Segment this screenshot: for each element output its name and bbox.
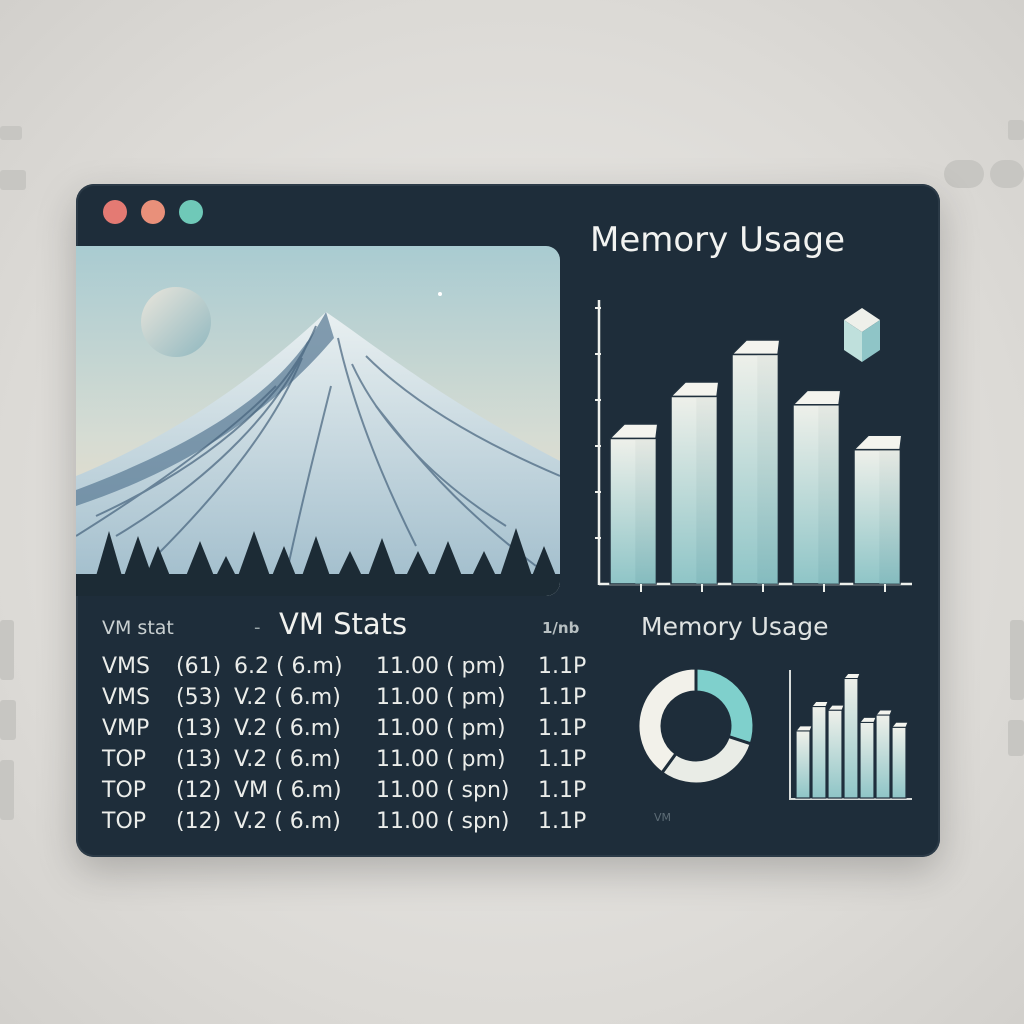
size-cell: 1.1P <box>538 809 587 834</box>
mini-bar <box>858 716 877 799</box>
size-cell: 1.1P <box>538 685 587 710</box>
size-cell: 1.1P <box>538 778 587 803</box>
time-cell: 11.00 ( pm) <box>376 716 506 741</box>
mountain-landscape-image <box>76 246 560 596</box>
background-fragment <box>0 620 14 680</box>
close-dot-icon[interactable] <box>103 200 127 224</box>
size-cell: 1.1P <box>538 716 587 741</box>
process-cell: TOP <box>102 778 147 803</box>
id-cell: (13) <box>176 716 222 741</box>
version-cell: 6.2 ( 6.m) <box>234 654 343 679</box>
background-fragment <box>1008 720 1024 756</box>
background-fragment <box>0 126 22 140</box>
chart-footer-note: VM <box>654 811 672 824</box>
bar <box>608 423 659 585</box>
process-cell: VMS <box>102 654 150 679</box>
background-fragment <box>990 160 1024 188</box>
sun-icon <box>141 287 211 357</box>
memory-usage-title: Memory Usage <box>590 220 846 260</box>
mini-bar-chart <box>789 670 912 800</box>
time-cell: 11.00 ( pm) <box>376 654 506 679</box>
memory-bar-chart <box>595 300 912 592</box>
background-fragment <box>0 700 16 740</box>
table-row: TOP (12) VM ( 6.m) 11.00 ( spn) 1.1P <box>102 778 602 809</box>
time-cell: 11.00 ( pm) <box>376 747 506 772</box>
background-fragment <box>944 160 984 188</box>
table-row: VMP (13) V.2 ( 6.m) 11.00 ( pm) 1.1P <box>102 716 602 747</box>
size-cell: 1.1P <box>538 654 587 679</box>
time-cell: 11.00 ( spn) <box>376 809 510 834</box>
mini-bar <box>890 721 909 799</box>
vm-stats-title: VM Stats <box>279 607 408 641</box>
bar <box>730 339 781 585</box>
table-row: TOP (13) V.2 ( 6.m) 11.00 ( pm) 1.1P <box>102 747 602 778</box>
bar <box>791 389 842 585</box>
background-fragment <box>1010 620 1024 700</box>
mini-bar <box>826 704 845 799</box>
mini-bar <box>810 701 829 799</box>
background-fragment <box>1008 120 1024 140</box>
process-cell: VMP <box>102 716 150 741</box>
memory-usage-subtitle: Memory Usage <box>641 612 829 641</box>
id-cell: (12) <box>176 778 222 803</box>
table-row: VMS (53) V.2 ( 6.m) 11.00 ( pm) 1.1P <box>102 685 602 716</box>
process-cell: TOP <box>102 809 147 834</box>
app-window: Memory Usage Memory Usage VM VM stat - V… <box>76 184 940 857</box>
header-dash: - <box>254 617 261 638</box>
mini-bar <box>794 725 813 799</box>
maximize-dot-icon[interactable] <box>179 200 203 224</box>
version-cell: V.2 ( 6.m) <box>234 716 341 741</box>
id-cell: (12) <box>176 809 222 834</box>
version-cell: V.2 ( 6.m) <box>234 747 341 772</box>
cube-icon <box>844 308 880 362</box>
time-cell: 11.00 ( pm) <box>376 685 506 710</box>
id-cell: (13) <box>176 747 222 772</box>
mini-bar <box>842 672 861 799</box>
process-cell: TOP <box>102 747 147 772</box>
bar <box>852 434 903 585</box>
donut-slice <box>659 734 754 786</box>
id-cell: (53) <box>176 685 222 710</box>
process-cell: VMS <box>102 685 150 710</box>
version-cell: V.2 ( 6.m) <box>234 685 341 710</box>
version-cell: VM ( 6.m) <box>234 778 342 803</box>
vm-stats-header: VM stat - VM Stats 1/nb <box>102 607 592 643</box>
donut-slice <box>636 666 698 776</box>
donut-slice <box>694 666 756 746</box>
minimize-dot-icon[interactable] <box>141 200 165 224</box>
vm-stats-table: VMS (61) 6.2 ( 6.m) 11.00 ( pm) 1.1P VMS… <box>102 654 602 840</box>
unit-label: 1/nb <box>542 619 580 637</box>
bar <box>669 381 720 585</box>
background-fragment <box>0 170 26 190</box>
mini-bar <box>874 709 893 799</box>
time-cell: 11.00 ( spn) <box>376 778 510 803</box>
version-cell: V.2 ( 6.m) <box>234 809 341 834</box>
table-row: VMS (61) 6.2 ( 6.m) 11.00 ( pm) 1.1P <box>102 654 602 685</box>
table-row: TOP (12) V.2 ( 6.m) 11.00 ( spn) 1.1P <box>102 809 602 840</box>
background-fragment <box>0 760 14 820</box>
id-cell: (61) <box>176 654 222 679</box>
size-cell: 1.1P <box>538 747 587 772</box>
vm-stat-label: VM stat <box>102 617 174 639</box>
memory-donut-chart <box>636 666 756 786</box>
